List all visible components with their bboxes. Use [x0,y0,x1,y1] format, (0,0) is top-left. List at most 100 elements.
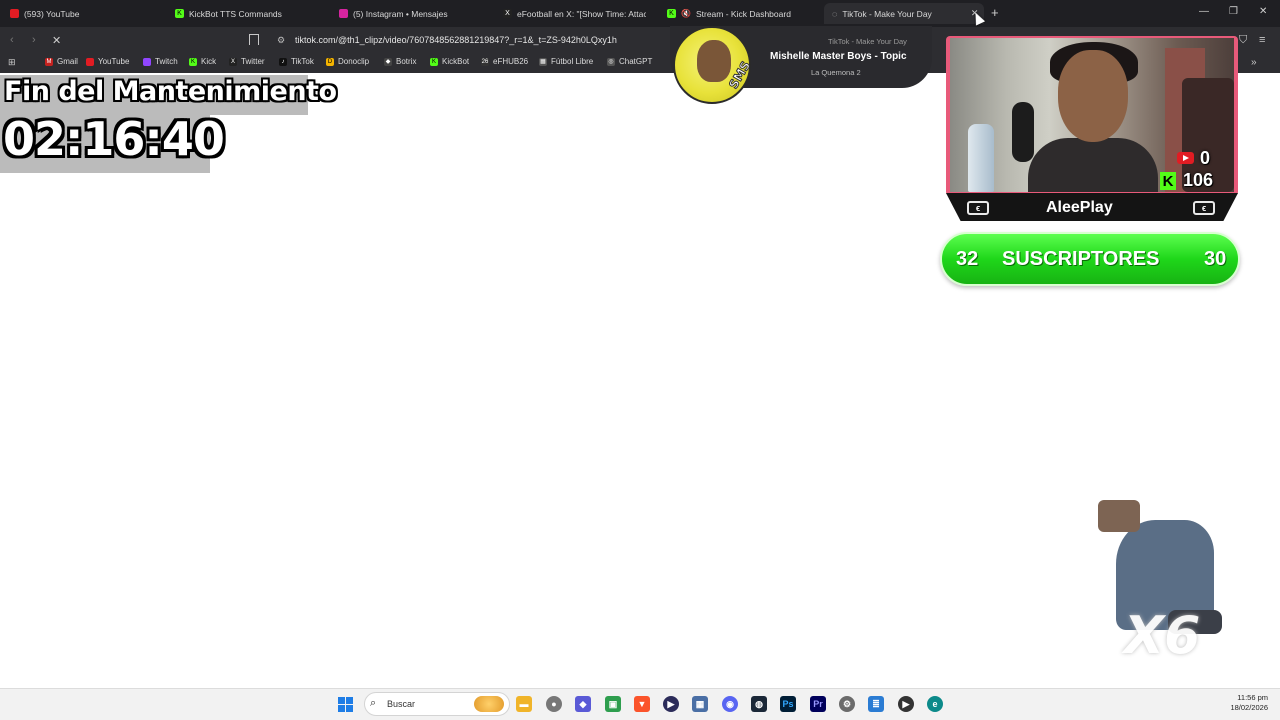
subscriber-current: 32 [956,248,979,270]
bookmark-efhub26[interactable]: 26 eFHUB26 [481,57,528,66]
forward-icon[interactable]: › [32,34,36,46]
subscriber-goal-bar: 32 SUSCRIPTORES 30 [940,232,1240,286]
edge-icon[interactable]: e [927,696,943,712]
menu-icon[interactable]: ≡ [1259,34,1265,46]
twitch-icon [143,57,151,66]
youtube-icon [86,57,94,66]
tab-label: TikTok - Make Your Day [842,8,932,19]
efhub-icon: 26 [481,57,489,66]
tab-youtube[interactable]: (593) YouTube [10,3,160,24]
botrix-icon: ◆ [384,57,392,66]
search-placeholder: Buscar [387,699,416,709]
tab-label: KickBot TTS Commands [189,8,282,19]
minimize-button[interactable]: — [1199,6,1209,17]
kick-icon: K [667,9,676,18]
chatgpt-icon: ◎ [607,57,615,66]
bookmark-futbol-libre[interactable]: ▦ Fútbol Libre [539,57,593,66]
gif-multiplier: X6 [1124,606,1201,666]
discord-icon[interactable]: ◉ [722,696,738,712]
tab-kick-dashboard[interactable]: K 🔇 Stream - Kick Dashboard [667,3,817,24]
bookmark-icon[interactable] [249,34,259,45]
player-icon[interactable]: ▶ [898,696,914,712]
steam-icon[interactable]: ◍ [751,696,767,712]
subscriber-goal: 30 [1204,248,1227,270]
bookmark-gmail[interactable]: M Gmail [45,57,78,66]
bookmark-youtube[interactable]: YouTube [86,57,129,66]
youtube-icon [1177,152,1194,164]
tab-efootball[interactable]: X eFootball en X: "[Show Time: Attack [503,3,646,24]
system-clock[interactable]: 11:56 pm 18/02/2026 [1230,693,1268,713]
tab-tiktok[interactable]: ◌ TikTok - Make Your Day ✕ [824,3,984,24]
song-album: La Quemona 2 [811,68,861,77]
bookmark-chatgpt[interactable]: ◎ ChatGPT [607,57,652,66]
tab-label: Stream - Kick Dashboard [695,8,791,19]
start-button[interactable] [338,697,353,712]
bookmark-donoclip[interactable]: D Donoclip [326,57,369,66]
restore-button[interactable]: ❐ [1229,6,1238,17]
search-highlight-icon [474,696,504,712]
tab-label: (5) Instagram • Mensajes [353,8,448,19]
premiere-icon[interactable]: Pr [810,696,826,712]
app-icon[interactable]: ◆ [575,696,591,712]
bookmark-twitch[interactable]: Twitch [143,57,178,66]
media-icon[interactable]: ▶ [663,696,679,712]
subscriber-label: SUSCRIPTORES [1002,248,1160,270]
back-icon[interactable]: ‹ [10,34,14,46]
shield-icon[interactable]: ⛉ [1239,34,1247,47]
file-explorer-icon[interactable]: ▬ [516,696,532,712]
kick-viewer-count: 106 [1183,170,1214,190]
clock-time: 11:56 pm [1237,693,1268,702]
futbol-libre-icon: ▦ [539,57,547,66]
clock-date: 18/02/2026 [1230,703,1268,712]
calculator-icon[interactable]: ▦ [692,696,708,712]
song-title: Mishelle Master Boys - Topic [770,51,907,62]
kick-icon: K [1160,172,1176,190]
efootball-badge-icon: ϵ [1193,201,1215,215]
donoclip-icon: D [326,57,334,66]
url-text: tiktok.com/@th1_clipz/video/760784856288… [295,35,617,45]
tab-instagram[interactable]: (5) Instagram • Mensajes [339,3,494,24]
stop-loading-icon[interactable]: ✕ [52,34,61,47]
apps-icon[interactable]: ⊞ [8,57,16,68]
youtube-icon [10,9,19,18]
notepad-icon[interactable]: ≣ [868,696,884,712]
brave-icon[interactable]: ▼ [634,696,650,712]
browser-tab-bar: (593) YouTube K KickBot TTS Commands (5)… [0,0,1280,27]
tab-label: (593) YouTube [24,8,80,19]
streamer-name: AleePlay [1046,199,1113,216]
close-window-button[interactable]: ✕ [1259,6,1267,17]
loading-icon: ◌ [832,8,838,19]
kick-icon: K [189,57,197,66]
bookmark-kick[interactable]: K Kick [189,57,216,66]
obs-icon[interactable]: ● [546,696,562,712]
bookmark-tiktok[interactable]: ♪ TikTok [279,57,314,66]
search-icon: ⌕ [370,697,377,709]
album-art: SMS [673,26,751,104]
x-icon: X [503,9,512,18]
site-info-icon[interactable]: ⚙ [277,35,285,46]
bookmark-twitter[interactable]: X Twitter [229,57,265,66]
bookmark-kickbot[interactable]: K KickBot [430,57,469,66]
mute-icon: 🔇 [681,9,691,18]
youtube-viewer-count: 0 [1200,148,1211,168]
kick-icon: K [175,9,184,18]
tiktok-icon: ♪ [279,57,287,66]
countdown-timer: 02:16:40 [3,112,225,166]
settings-icon[interactable]: ⚙ [839,696,855,712]
tab-kickbot[interactable]: K KickBot TTS Commands [175,3,325,24]
tab-label: eFootball en X: "[Show Time: Attack [517,8,646,19]
new-tab-button[interactable]: + [991,5,999,20]
bookmark-botrix[interactable]: ◆ Botrix [384,57,416,66]
app-icon[interactable]: ▣ [605,696,621,712]
screen: (593) YouTube K KickBot TTS Commands (5)… [0,0,1280,720]
efootball-badge-icon: ϵ [967,201,989,215]
more-bookmarks-icon[interactable]: » [1251,57,1257,68]
x-icon: X [229,57,237,66]
maintenance-title: Fin del Mantenimiento [4,76,337,107]
dancing-gif: X6 [1098,500,1228,670]
photoshop-icon[interactable]: Ps [780,696,796,712]
webcam-feed [950,38,1234,192]
instagram-icon [339,9,348,18]
tooltip-tab-title: TikTok - Make Your Day [828,37,907,46]
gmail-icon: M [45,57,53,66]
